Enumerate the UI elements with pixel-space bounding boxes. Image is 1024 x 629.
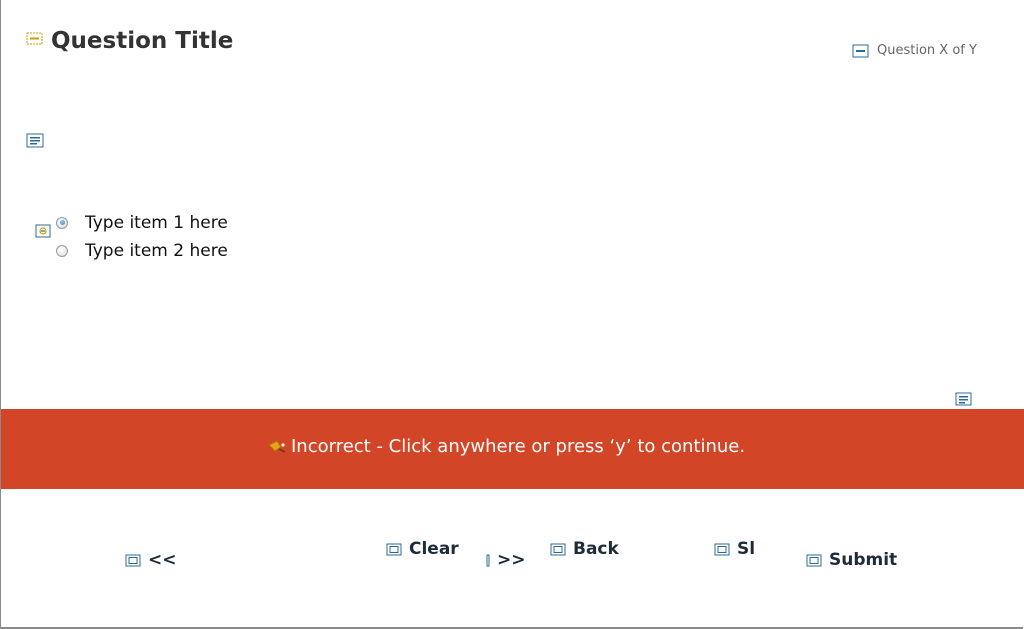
choice-2-label: Type item 2 here xyxy=(85,241,228,261)
prev-button[interactable]: << xyxy=(125,550,177,570)
submit-button-label: Submit xyxy=(829,550,898,570)
button-placeholder-icon xyxy=(714,543,730,556)
prev-button-label: << xyxy=(148,550,177,570)
button-placeholder-icon xyxy=(550,543,566,556)
question-progress: Question X of Y xyxy=(877,43,977,58)
answer-group-placeholder-icon xyxy=(35,224,51,238)
feedback-caption-icon xyxy=(267,439,287,455)
choice-2-radio[interactable] xyxy=(56,245,68,257)
question-text-placeholder-icon xyxy=(26,133,44,148)
incorrect-feedback-banner[interactable]: Incorrect - Click anywhere or press ‘y’ … xyxy=(1,409,1024,489)
button-placeholder-icon xyxy=(806,554,822,567)
button-placeholder-icon xyxy=(125,554,141,567)
back-button-label: Back xyxy=(573,539,619,559)
title-placeholder-icon xyxy=(26,32,43,45)
slide-frame xyxy=(0,0,1023,629)
skip-button-label: Sl xyxy=(737,539,756,559)
skip-button[interactable]: Sl xyxy=(714,539,755,559)
question-title: Question Title xyxy=(51,28,234,54)
feedback-text: Incorrect - Click anywhere or press ‘y’ … xyxy=(291,436,746,457)
progress-placeholder-icon xyxy=(852,44,869,58)
submit-button[interactable]: Submit xyxy=(806,550,897,570)
back-button[interactable]: Back xyxy=(550,539,619,559)
clear-button-label: Clear xyxy=(409,539,459,559)
clear-button[interactable]: Clear xyxy=(386,539,459,559)
choice-1-label: Type item 1 here xyxy=(85,213,228,233)
choice-2[interactable]: Type item 2 here xyxy=(56,241,228,261)
next-button[interactable]: >> xyxy=(486,550,526,570)
button-placeholder-icon xyxy=(486,554,490,567)
choice-1[interactable]: Type item 1 here xyxy=(56,213,228,233)
caption-placeholder-icon xyxy=(955,392,972,406)
next-button-label: >> xyxy=(497,550,526,570)
choice-1-radio[interactable] xyxy=(56,217,68,229)
button-placeholder-icon xyxy=(386,543,402,556)
